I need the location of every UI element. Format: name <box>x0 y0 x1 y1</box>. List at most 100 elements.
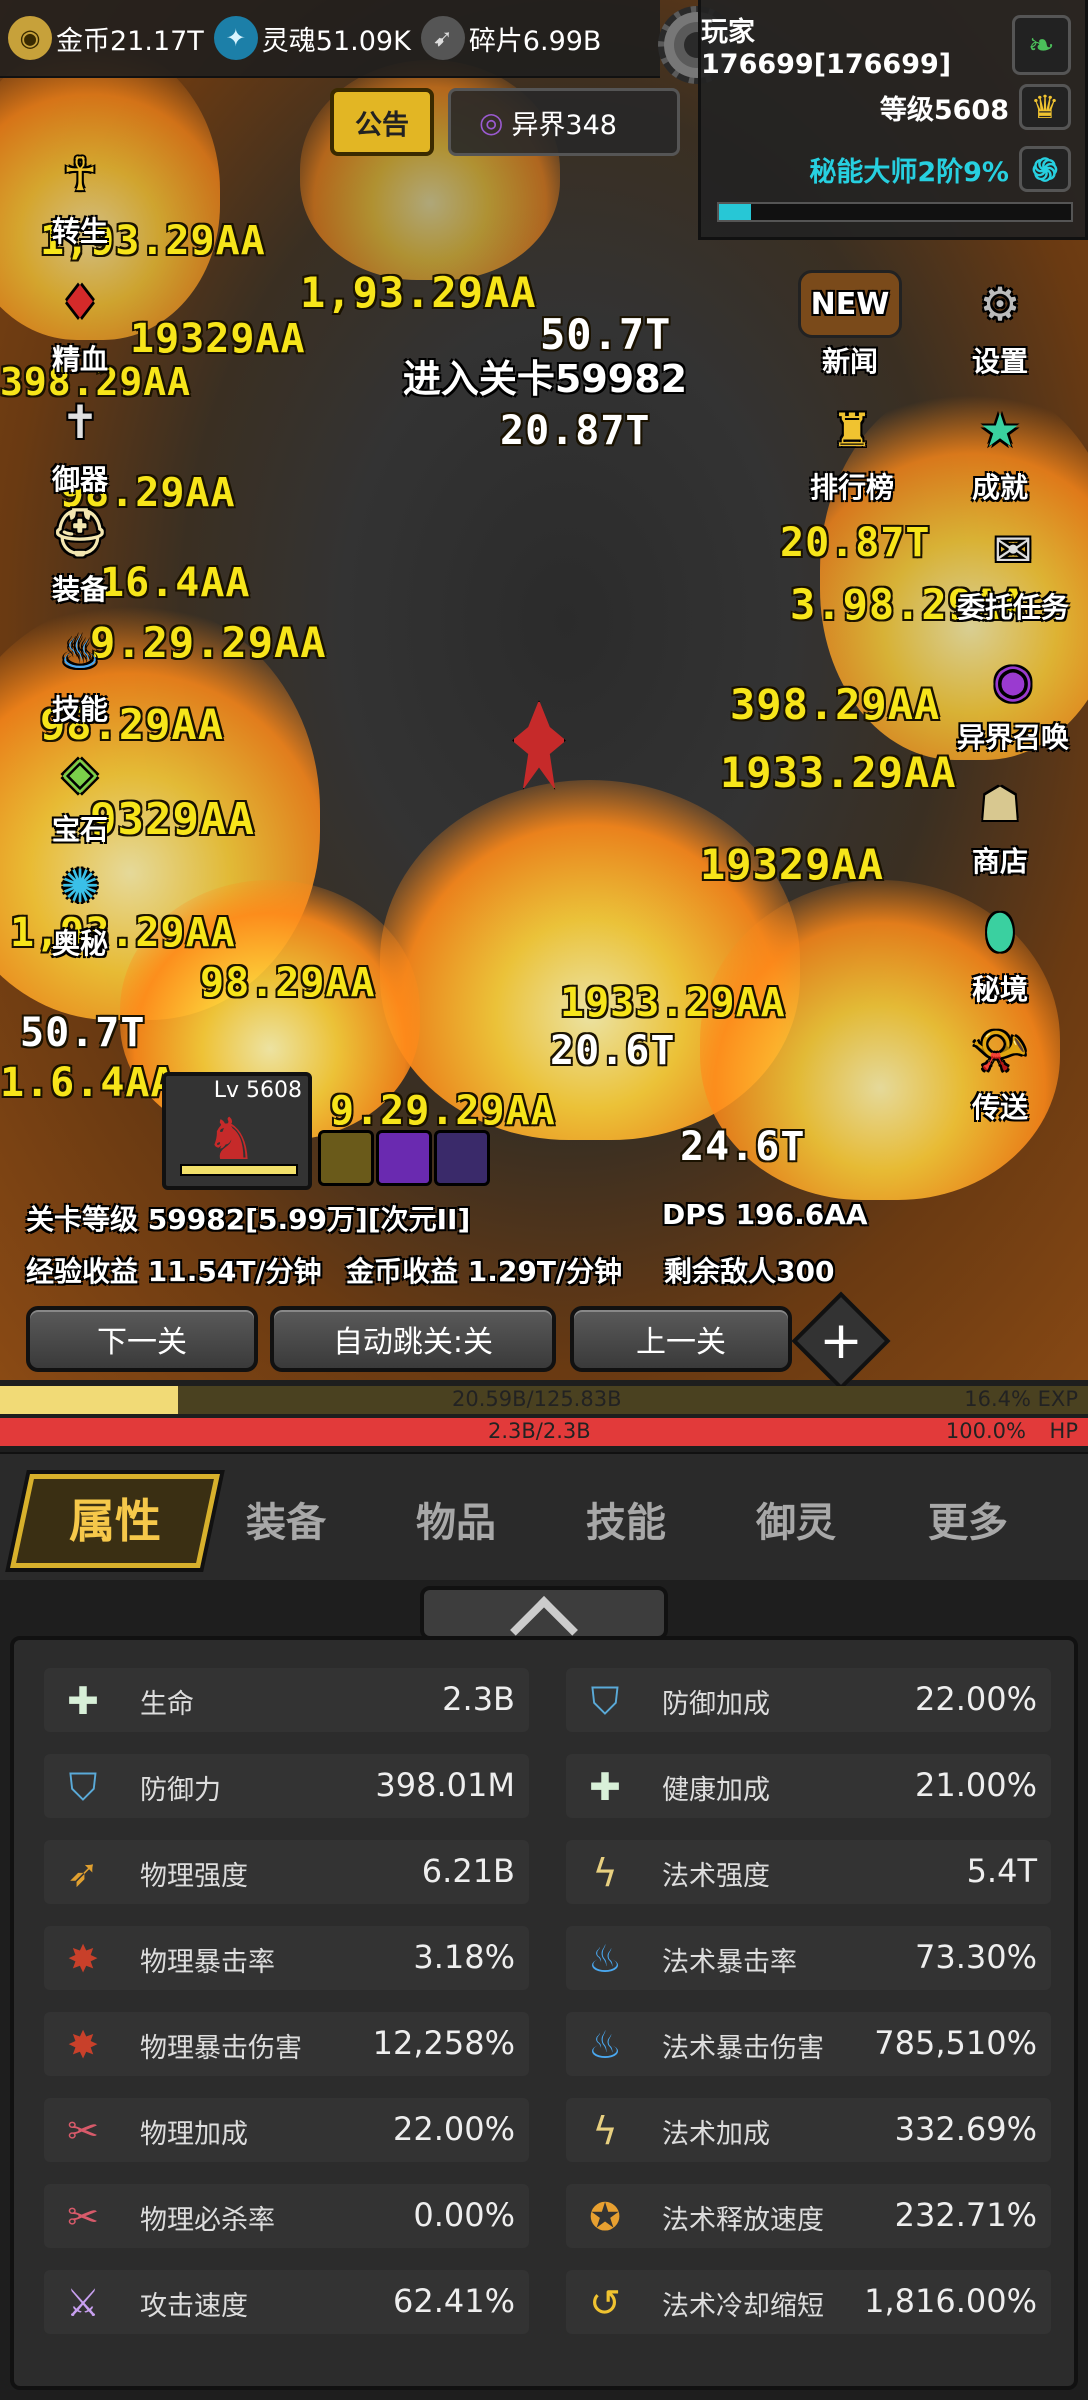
tab-label: 属性 <box>69 1494 161 1548</box>
stat-value: 785,510% <box>874 2024 1037 2062</box>
menu-label: 设置 <box>971 345 1028 378</box>
stat-name: 法术强度 <box>662 1861 770 1892</box>
soul-amount: 灵魂51.09K <box>261 25 411 57</box>
player-level-row: 等级5608 ♛ <box>880 84 1071 130</box>
otherworld-counter[interactable]: ◎ 异界348 <box>448 88 680 156</box>
tab-equipment[interactable]: 装备 <box>246 1490 326 1548</box>
tab-items[interactable]: 物品 <box>416 1490 496 1548</box>
stat-name: 生命 <box>140 1689 194 1720</box>
stat-row: ✚ 生命 2.3B <box>44 1668 529 1732</box>
tab-attributes[interactable]: 属性 <box>10 1474 220 1568</box>
hero-card[interactable]: Lv 5608 ♞ <box>162 1072 312 1190</box>
sword-icon: ✝ <box>60 395 100 449</box>
stat-value: 5.4T <box>966 1852 1037 1890</box>
life-cross-icon: ✚ <box>67 1679 99 1723</box>
tornado-buff-icon[interactable] <box>318 1130 374 1186</box>
gem-bag-icon: ◈ <box>62 745 98 799</box>
menu-weapon-control[interactable]: ✝ 御器 <box>20 388 140 498</box>
stat-value: 6.21B <box>421 1852 515 1890</box>
menu-label: 排行榜 <box>809 471 894 504</box>
stat-name: 法术暴击伤害 <box>662 2033 824 2064</box>
stat-value: 0.00% <box>413 2196 515 2234</box>
swirl-icon[interactable]: ֍ <box>1019 146 1071 192</box>
menu-label: 装备 <box>51 573 108 606</box>
mastery-label: 秘能大师2阶9% <box>809 156 1009 188</box>
crown-icon[interactable]: ♛ <box>1019 84 1071 130</box>
menu-label: 委托任务 <box>956 591 1069 624</box>
stat-name: 物理暴击伤害 <box>140 2033 302 2064</box>
exp-value: 20.59B/125.83B <box>452 1387 622 1411</box>
menu-settings[interactable]: ⚙ 设置 <box>940 270 1060 380</box>
tab-more[interactable]: 更多 <box>928 1490 1008 1548</box>
stat-name: 物理必杀率 <box>140 2205 275 2236</box>
stat-row: ⛉ 防御加成 22.00% <box>566 1668 1051 1732</box>
exp-bar-fill <box>0 1386 179 1414</box>
dragon-icon: ♞ <box>205 1105 257 1173</box>
menu-otherworld-summon[interactable]: ◉ 异界召唤 <box>940 646 1086 756</box>
stat-row: ✂ 物理加成 22.00% <box>44 2098 529 2162</box>
shard-resource[interactable]: ➹ 碎片6.99B <box>420 16 601 60</box>
resource-bar: ◉ 金币21.17T ✦ 灵魂51.09K ➹ 碎片6.99B <box>0 0 660 78</box>
menu-label: 宝石 <box>51 813 108 846</box>
stat-row: ➶ 物理强度 6.21B <box>44 1840 529 1904</box>
mastery-progress-fill <box>719 204 751 220</box>
stat-value: 22.00% <box>392 2110 515 2148</box>
damage-number: 1933.29AA <box>560 980 786 1026</box>
dark-orb-buff-icon[interactable] <box>434 1130 490 1186</box>
soul-icon: ✦ <box>213 16 258 60</box>
hp-bar: 2.3B/2.3B 100.0% HP <box>0 1418 1088 1446</box>
stat-value: 12,258% <box>372 2024 515 2062</box>
menu-label: 异界召唤 <box>956 721 1069 754</box>
menu-label: 奥秘 <box>51 927 108 960</box>
menu-label: 成就 <box>971 471 1028 504</box>
ankh-icon: ☥ <box>62 147 98 201</box>
damage-number: 1.6.4AA <box>0 1060 176 1106</box>
stat-row: ♨ 法术暴击率 73.30% <box>566 1926 1051 1990</box>
scroll-icon: ✉ <box>993 523 1033 577</box>
soul-resource[interactable]: ✦ 灵魂51.09K <box>213 16 411 60</box>
shard-icon: ➹ <box>420 16 465 60</box>
menu-achievements[interactable]: ★ 成就 <box>940 396 1060 506</box>
menu-gems[interactable]: ◈ 宝石 <box>20 738 140 848</box>
menu-blood-essence[interactable]: ♦ 精血 <box>20 268 140 378</box>
prev-stage-button[interactable]: 上一关 <box>570 1306 792 1372</box>
menu-secret-realm[interactable]: ⬮ 秘境 <box>940 898 1060 1008</box>
tab-skills[interactable]: 技能 <box>586 1490 666 1548</box>
exp-percent: 16.4% EXP <box>964 1387 1078 1411</box>
menu-shop[interactable]: ☗ 商店 <box>940 770 1060 880</box>
menu-leaderboard[interactable]: ♜ 排行榜 <box>792 396 912 506</box>
blue-flame-icon: ♨ <box>587 2023 623 2067</box>
portal-gate-icon: ⬮ <box>985 904 1015 958</box>
leaf-icon[interactable]: ❧ <box>1011 15 1071 75</box>
menu-label: 御器 <box>51 463 108 496</box>
menu-teleport[interactable]: 📯 传送 <box>940 1016 1060 1126</box>
menu-rebirth[interactable]: ☥ 转生 <box>20 140 140 250</box>
stat-row: ✸ 物理暴击率 3.18% <box>44 1926 529 1990</box>
lightning-buff-icon[interactable] <box>376 1130 432 1186</box>
menu-arcana[interactable]: ✺ 奥秘 <box>20 852 140 962</box>
menu-commissions[interactable]: ✉ 委托任务 <box>940 516 1086 626</box>
menu-equipment[interactable]: ⛑ 装备 <box>20 498 140 608</box>
stat-name: 防御力 <box>140 1775 221 1806</box>
physical-bonus-icon: ✂ <box>67 2109 99 2153</box>
gold-resource[interactable]: ◉ 金币21.17T <box>8 16 204 60</box>
next-stage-button[interactable]: 下一关 <box>26 1306 258 1372</box>
tab-spirits[interactable]: 御灵 <box>756 1490 836 1548</box>
otherworld-label: 异界348 <box>511 109 617 141</box>
collapse-button[interactable] <box>420 1586 668 1664</box>
damage-number: 50.7T <box>20 1010 146 1056</box>
shield-icon: ⛉ <box>590 1679 620 1723</box>
stage-entry-banner: 进入关卡59982 <box>402 357 688 401</box>
auto-skip-toggle[interactable]: 自动跳关:关 <box>270 1306 556 1372</box>
stat-row: ↺ 法术冷却缩短 1,816.00% <box>566 2270 1051 2334</box>
stat-value: 332.69% <box>894 2110 1037 2148</box>
menu-skills[interactable]: ♨ 技能 <box>20 618 140 728</box>
stage-level: 关卡等级 59982[5.99万][次元II] <box>26 1203 471 1236</box>
cast-speed-icon: ✪ <box>589 2195 621 2239</box>
horn-icon: 📯 <box>971 1022 1029 1077</box>
physical-crit-icon: ✸ <box>67 2023 99 2067</box>
notice-button[interactable]: 公告 <box>330 88 434 156</box>
gold-coin-icon: ◉ <box>8 16 52 60</box>
damage-number: 1,93.29AA <box>300 268 537 317</box>
menu-news[interactable]: NEW 新闻 <box>790 270 910 380</box>
